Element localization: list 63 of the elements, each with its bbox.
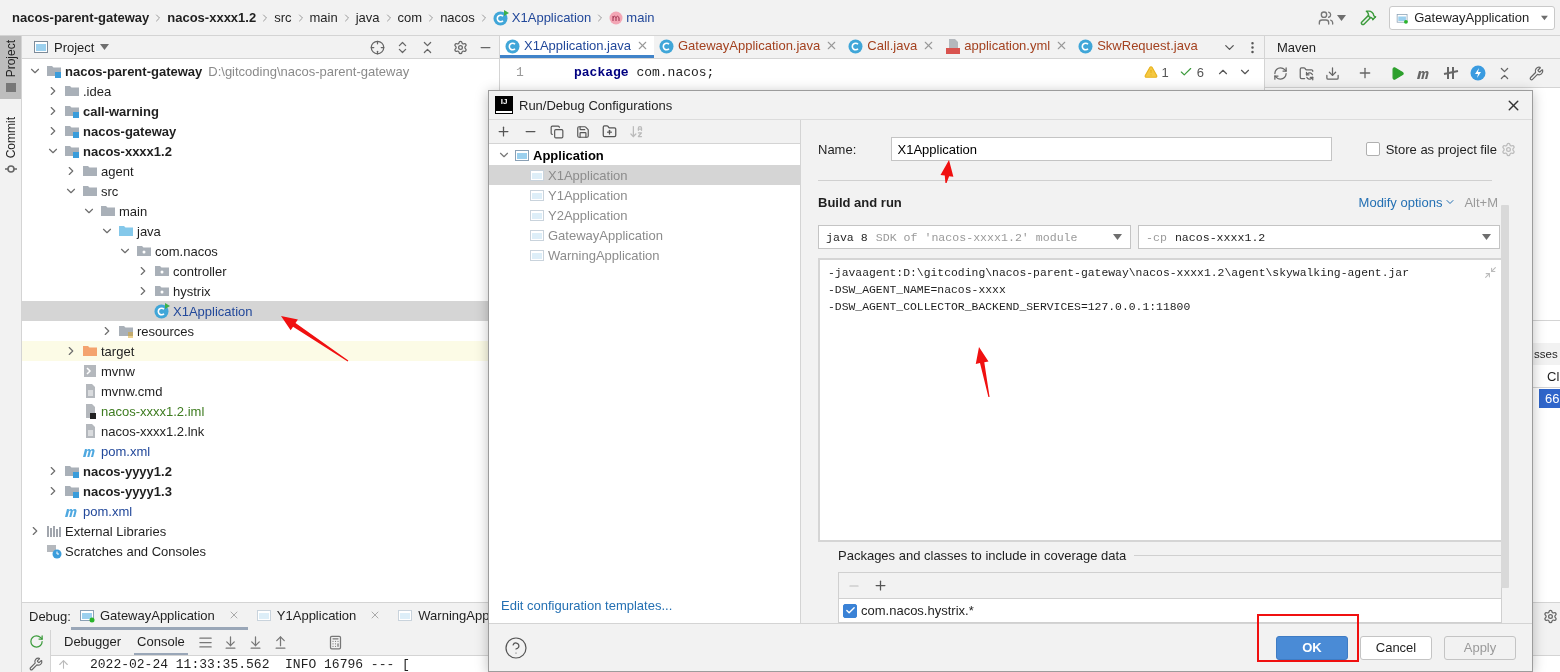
jre-combo[interactable]: java 8 SDK of 'nacos-xxxx1.2' module bbox=[818, 225, 1131, 249]
editor-tab[interactable]: GatewayApplication.java bbox=[653, 36, 844, 58]
ok-button[interactable]: OK bbox=[1276, 635, 1348, 660]
breadcrumb-item[interactable]: nacos-xxxx1.2 bbox=[167, 10, 257, 25]
line-number: 1 bbox=[515, 64, 525, 80]
session-tab[interactable]: GatewayApplication bbox=[70, 603, 248, 630]
tree-item[interactable]: nacos-xxxx1.2.lnk bbox=[22, 421, 499, 441]
templates-link[interactable]: Edit configuration templates... bbox=[501, 598, 673, 613]
breadcrumb-item[interactable]: nacos bbox=[440, 10, 475, 25]
breadcrumb-item[interactable]: main bbox=[609, 10, 655, 25]
tree-item[interactable]: hystrix bbox=[22, 281, 499, 301]
tree-item[interactable]: nacos-gateway bbox=[22, 121, 499, 141]
field-label: Name: bbox=[818, 141, 857, 157]
column-header: Cl bbox=[1547, 368, 1560, 384]
tree-item[interactable]: nacos-parent-gateway D:\gitcoding\nacos-parent-gateway bbox=[22, 61, 499, 81]
breadcrumb-item[interactable]: main bbox=[309, 10, 338, 25]
table-cell: 66 bbox=[1539, 388, 1560, 408]
editor-tab[interactable]: SkwRequest.java bbox=[1073, 36, 1203, 58]
tree-item[interactable]: .idea bbox=[22, 81, 499, 101]
module-path: D:\gitcoding\nacos-parent-gateway bbox=[208, 63, 410, 79]
tree-item[interactable]: mvnw bbox=[22, 361, 499, 381]
checkbox-label: Store as project file bbox=[1385, 141, 1497, 157]
breadcrumb-item[interactable]: com bbox=[397, 10, 423, 25]
tree-item[interactable]: pom.xml bbox=[22, 501, 499, 521]
tree-item[interactable]: Scratches and Consoles bbox=[22, 541, 499, 561]
editor-tab[interactable]: X1Application.java bbox=[500, 36, 654, 58]
breadcrumb-item[interactable]: X1Application bbox=[492, 9, 592, 26]
tree-item[interactable]: call-warning bbox=[22, 101, 499, 121]
shortcut-hint: Alt+M bbox=[1464, 194, 1498, 210]
app-logo: IJ bbox=[496, 97, 512, 113]
session-tab[interactable]: WarningApp bbox=[389, 603, 498, 630]
tree-item[interactable]: nacos-yyyy1.2 bbox=[22, 461, 499, 481]
view-selector[interactable]: Project bbox=[34, 39, 110, 55]
dialog-button[interactable]: Cancel bbox=[1360, 635, 1432, 660]
tree-item[interactable]: pom.xml bbox=[22, 441, 499, 461]
name-field[interactable]: X1Application bbox=[890, 137, 1332, 161]
warning-count: 1 bbox=[1161, 64, 1169, 80]
editor-tab[interactable]: application.yml bbox=[940, 36, 1074, 58]
tree-item[interactable]: External Libraries bbox=[22, 521, 499, 541]
panel-title: Maven bbox=[1277, 39, 1317, 55]
debug-tab[interactable]: Debugger bbox=[61, 630, 125, 655]
section-title: Build and run bbox=[818, 194, 902, 210]
session-tab[interactable]: Y1Application bbox=[247, 603, 390, 630]
run-config-combo[interactable]: GatewayApplication bbox=[1389, 5, 1555, 30]
panel-title: sses bbox=[1534, 348, 1558, 360]
side-tab[interactable]: Project bbox=[0, 36, 21, 100]
editor-tab[interactable]: Call.java bbox=[843, 36, 941, 58]
dialog-title: Run/Debug Configurations bbox=[519, 97, 673, 113]
tree-item[interactable]: mvnw.cmd bbox=[22, 381, 499, 401]
breadcrumb-item[interactable]: nacos-parent-gateway bbox=[12, 10, 150, 25]
code-line: package com.nacos; bbox=[574, 64, 715, 80]
classpath-combo[interactable]: -cp nacos-xxxx1.2 bbox=[1138, 225, 1500, 249]
console-line: 2022-02-24 11:33:35.562 INFO 16796 --- [ bbox=[90, 656, 410, 672]
breadcrumb-item[interactable]: java bbox=[355, 10, 380, 25]
tree-item[interactable]: nacos-yyyy1.3 bbox=[22, 481, 499, 501]
group-title: Packages and classes to include in coverage data bbox=[838, 547, 1127, 563]
tree-item[interactable]: nacos-xxxx1.2.iml bbox=[22, 401, 499, 421]
side-tab[interactable]: Commit bbox=[0, 113, 21, 181]
modify-options-link[interactable]: Modify options bbox=[1358, 194, 1457, 210]
check-count: 6 bbox=[1196, 64, 1204, 80]
panel-title: Debug: bbox=[29, 609, 71, 624]
pattern-label: com.nacos.hystrix.* bbox=[861, 603, 974, 618]
breadcrumb-item[interactable]: src bbox=[274, 10, 292, 25]
